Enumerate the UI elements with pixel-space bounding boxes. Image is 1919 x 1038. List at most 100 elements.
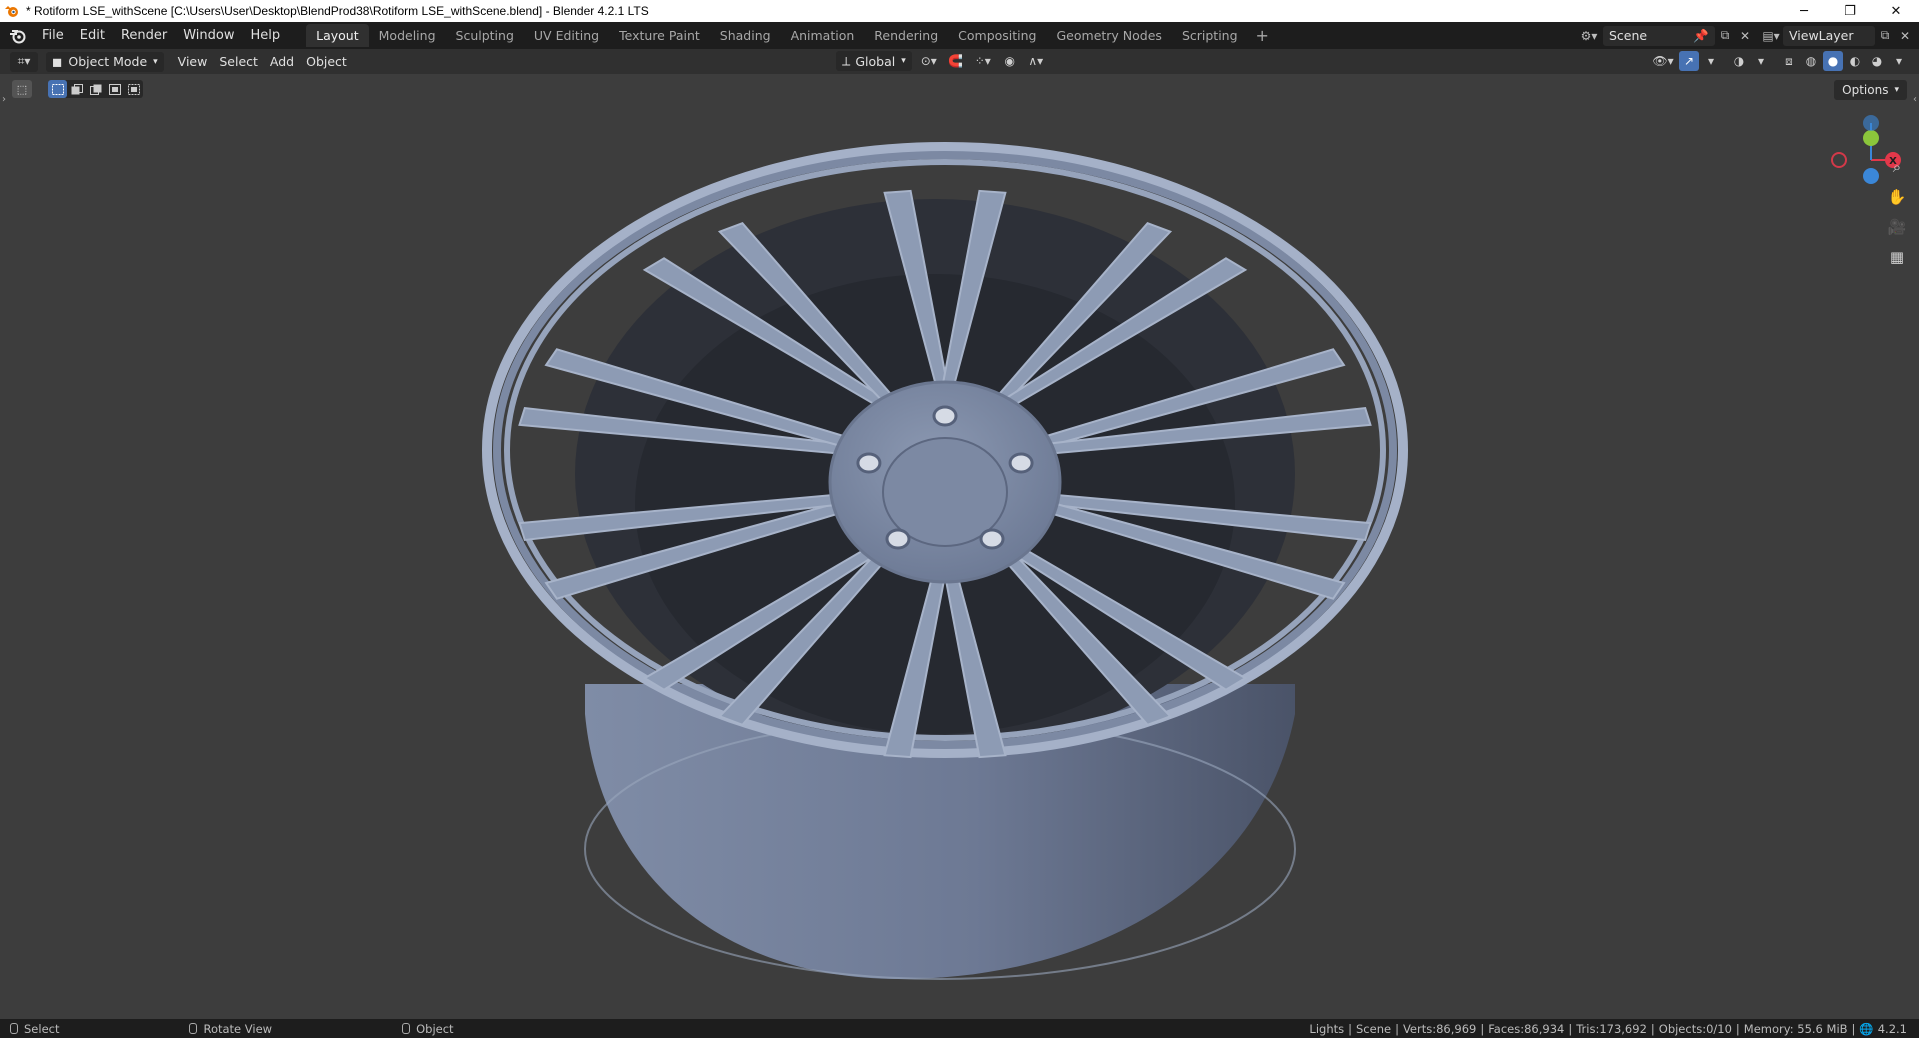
view-layer-selector-icon[interactable]: ▤▾: [1761, 26, 1781, 46]
chevron-down-icon: ▾: [153, 56, 158, 67]
overlay-toggle-icon[interactable]: ◑: [1729, 51, 1749, 71]
snap-target-icon[interactable]: ⁘▾: [969, 51, 997, 71]
toolbar-expand-icon[interactable]: ›: [2, 94, 6, 105]
pivot-point-icon[interactable]: ⊙▾: [915, 51, 943, 71]
menu-edit[interactable]: Edit: [72, 25, 113, 46]
new-scene-icon[interactable]: ⧉: [1715, 26, 1735, 46]
xray-toggle-icon[interactable]: ⧈: [1779, 51, 1799, 71]
menu-select[interactable]: Select: [213, 52, 264, 72]
menu-help[interactable]: Help: [243, 25, 289, 46]
select-subtract-icon[interactable]: [86, 80, 105, 98]
object-mode-label: Object Mode: [68, 54, 148, 69]
hint-select-label: Select: [24, 1021, 60, 1036]
menu-file[interactable]: File: [34, 25, 72, 46]
lug-hole: [979, 528, 1005, 550]
viewport-header: ⌗▾ ◼ Object Mode ▾ View Select Add Objec…: [0, 49, 1919, 74]
editor-type-icon[interactable]: ⌗▾: [10, 51, 38, 72]
wheel-model[interactable]: [0, 74, 1919, 1019]
shading-dropdown-icon[interactable]: ▾: [1889, 51, 1909, 71]
close-button[interactable]: ✕: [1873, 0, 1919, 22]
solid-shading-icon[interactable]: ●: [1823, 51, 1843, 71]
mouse-middle-icon: [189, 1023, 198, 1034]
material-preview-icon[interactable]: ◐: [1845, 51, 1865, 71]
object-mode-icon: ◼: [52, 54, 63, 69]
tab-scripting[interactable]: Scripting: [1172, 24, 1248, 47]
os-title-bar: * Rotiform LSE_withScene [C:\Users\User\…: [0, 0, 1919, 22]
stat-memory: Memory: 55.6 MiB: [1743, 1021, 1848, 1036]
wheel-hub: [828, 380, 1062, 584]
stat-verts: Verts:86,969: [1402, 1021, 1477, 1036]
hint-select: Select: [0, 1022, 59, 1036]
menu-object[interactable]: Object: [300, 52, 353, 72]
minimize-button[interactable]: ─: [1781, 0, 1827, 22]
select-tool-icon[interactable]: ⬚: [12, 80, 32, 98]
zoom-icon[interactable]: ⌕: [1884, 154, 1910, 180]
sidebar-expand-icon[interactable]: ‹: [1913, 94, 1917, 105]
blender-logo-icon: [5, 6, 18, 17]
select-intersect-icon[interactable]: [124, 80, 143, 98]
tab-animation[interactable]: Animation: [781, 24, 865, 47]
stat-collection: Lights: [1309, 1021, 1345, 1036]
scene-selector-icon[interactable]: ⚙▾: [1579, 26, 1599, 46]
hint-rotate-view: Rotate View: [179, 1022, 272, 1036]
lug-hole: [932, 405, 958, 427]
select-extend-icon[interactable]: [67, 80, 86, 98]
orientation-icon: ⟂: [842, 53, 851, 68]
delete-view-layer-icon[interactable]: ✕: [1895, 26, 1915, 46]
select-new-icon[interactable]: [48, 80, 67, 98]
lug-hole: [885, 528, 911, 550]
transform-orientation-dropdown[interactable]: ⟂ Global ▾: [836, 51, 912, 71]
chevron-down-icon: ▾: [901, 56, 906, 66]
workspace-tabs: Layout Modeling Sculpting UV Editing Tex…: [306, 24, 1247, 47]
tab-compositing[interactable]: Compositing: [948, 24, 1046, 47]
tab-modeling[interactable]: Modeling: [369, 24, 446, 47]
tab-geometry-nodes[interactable]: Geometry Nodes: [1047, 24, 1172, 47]
snap-toggle-icon[interactable]: 🧲: [946, 51, 966, 71]
perspective-toggle-icon[interactable]: ▦: [1884, 244, 1910, 270]
overlay-dropdown-icon[interactable]: ▾: [1751, 51, 1771, 71]
object-mode-dropdown[interactable]: ◼ Object Mode ▾: [46, 51, 164, 72]
rendered-shading-icon[interactable]: ◕: [1867, 51, 1887, 71]
tab-texture-paint[interactable]: Texture Paint: [609, 24, 710, 47]
3d-viewport[interactable]: ⬚ Options ▾ › ‹ X ⌕ ✋ 🎥 ▦: [0, 74, 1919, 1019]
globe-icon: 🌐: [1859, 1021, 1874, 1036]
camera-view-icon[interactable]: 🎥: [1884, 214, 1910, 240]
tab-rendering[interactable]: Rendering: [864, 24, 948, 47]
lug-hole: [856, 452, 882, 474]
wireframe-shading-icon[interactable]: ◍: [1801, 51, 1821, 71]
stat-scene: Scene: [1356, 1021, 1392, 1036]
view-layer-field[interactable]: ViewLayer: [1783, 25, 1875, 46]
tab-sculpting[interactable]: Sculpting: [446, 24, 524, 47]
gizmo-dropdown-icon[interactable]: ▾: [1701, 51, 1721, 71]
delete-scene-icon[interactable]: ✕: [1735, 26, 1755, 46]
gizmo-toggle-icon[interactable]: ↗: [1679, 51, 1699, 71]
blender-menu-icon[interactable]: [8, 26, 28, 46]
menu-render[interactable]: Render: [113, 25, 175, 46]
scene-statistics: Lights | Scene | Verts:86,969 | Faces:86,93…: [1309, 1021, 1907, 1036]
add-workspace-button[interactable]: +: [1248, 26, 1277, 45]
restore-button[interactable]: ❐: [1827, 0, 1873, 22]
menu-view[interactable]: View: [172, 52, 214, 72]
selection-mode-group: [48, 80, 143, 98]
chevron-down-icon: ▾: [1894, 85, 1899, 95]
stat-objects: Objects:0/10: [1658, 1021, 1732, 1036]
menu-window[interactable]: Window: [175, 25, 242, 46]
hint-rotate-label: Rotate View: [203, 1021, 273, 1036]
visibility-filter-icon[interactable]: 👁▾: [1649, 51, 1677, 71]
tab-uv-editing[interactable]: UV Editing: [524, 24, 609, 47]
stat-faces: Faces:86,934: [1488, 1021, 1565, 1036]
pan-hand-icon[interactable]: ✋: [1884, 184, 1910, 210]
scene-name-field[interactable]: Scene 📌: [1603, 25, 1715, 46]
new-view-layer-icon[interactable]: ⧉: [1875, 26, 1895, 46]
pin-icon[interactable]: 📌: [1693, 28, 1709, 44]
proportional-edit-icon[interactable]: ◉: [1000, 51, 1020, 71]
view-layer-name: ViewLayer: [1789, 28, 1854, 43]
falloff-icon[interactable]: ∧▾: [1023, 51, 1049, 71]
hint-object-label: Object: [416, 1021, 454, 1036]
window-title: * Rotiform LSE_withScene [C:\Users\User\…: [26, 4, 649, 18]
tab-layout[interactable]: Layout: [306, 24, 369, 47]
tab-shading[interactable]: Shading: [710, 24, 781, 47]
menu-add[interactable]: Add: [264, 52, 300, 72]
select-invert-icon[interactable]: [105, 80, 124, 98]
options-dropdown[interactable]: Options ▾: [1834, 80, 1907, 100]
